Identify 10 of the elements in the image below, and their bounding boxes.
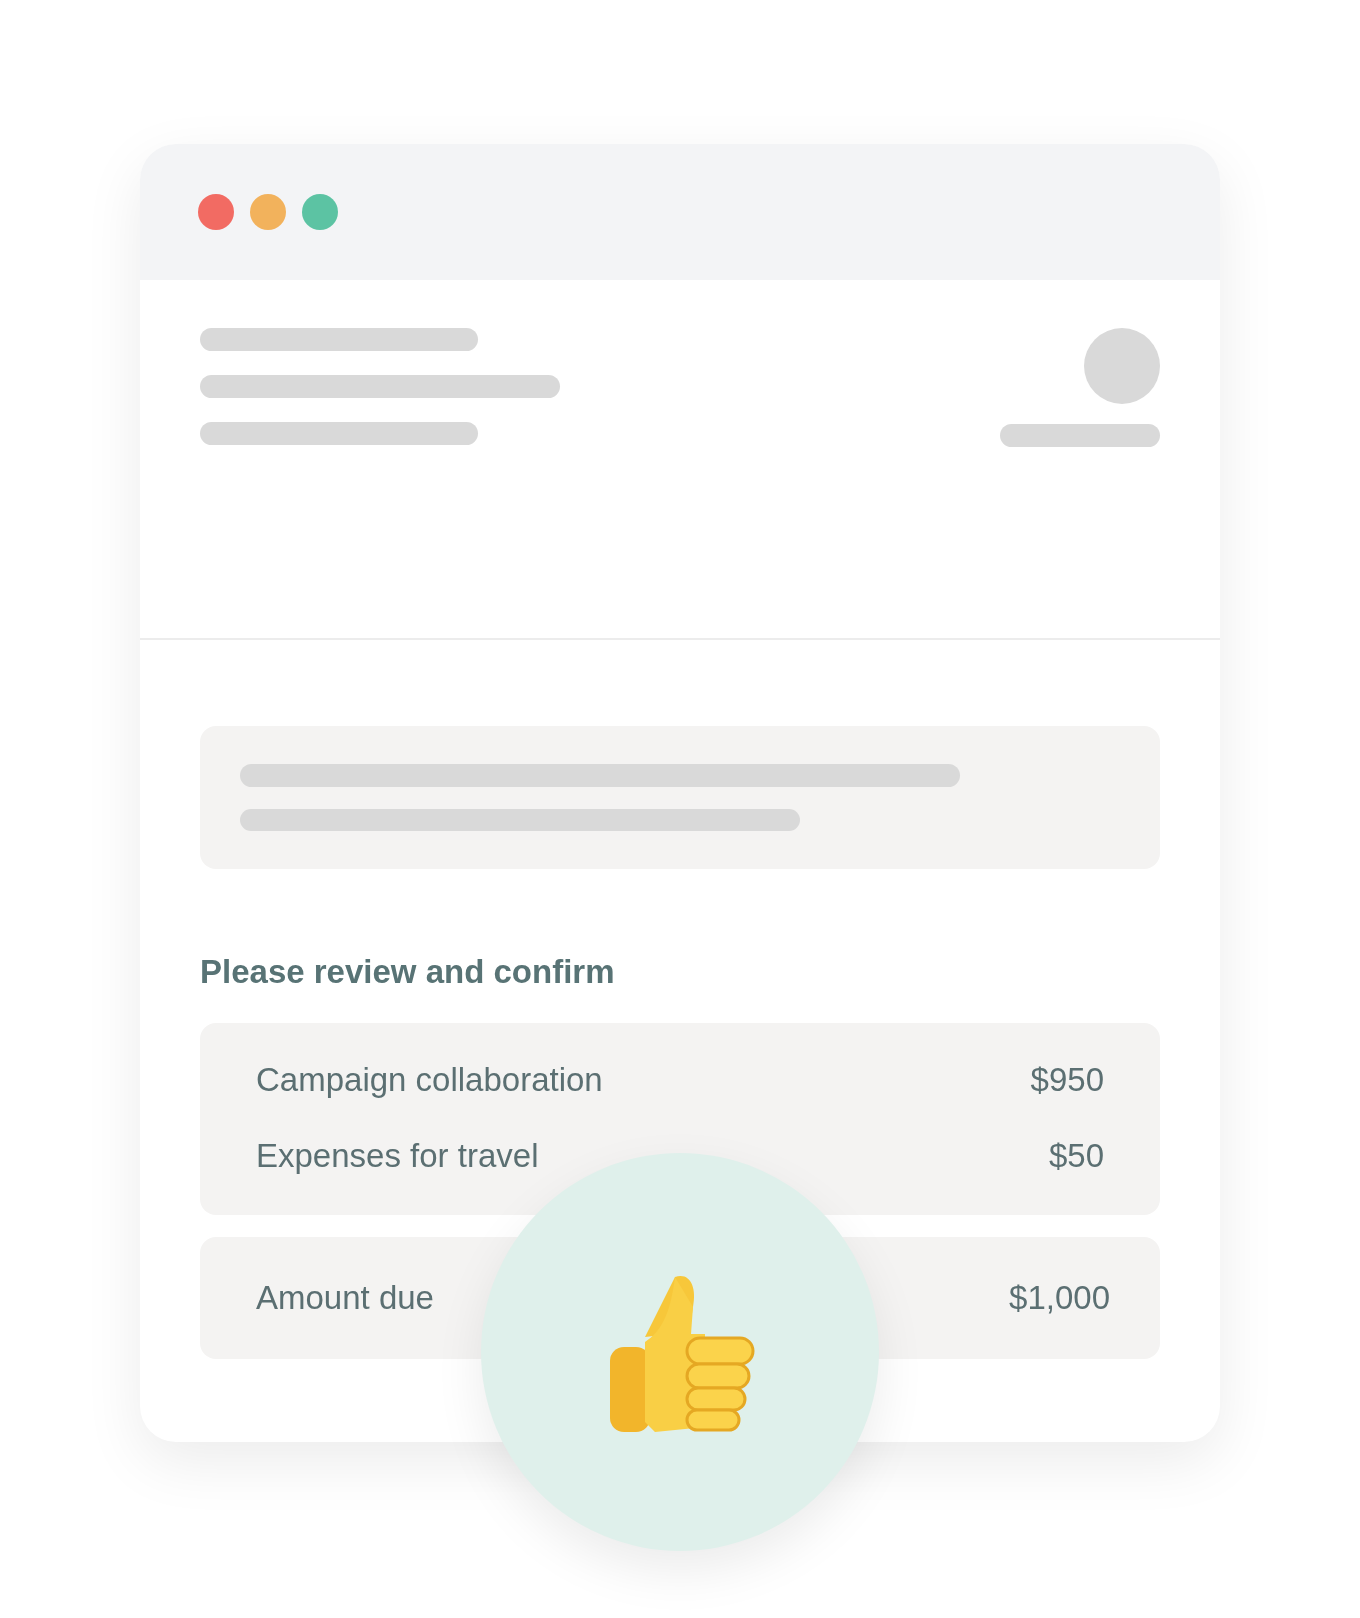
item-amount: $950 — [1030, 1061, 1104, 1099]
item-amount: $50 — [1048, 1137, 1104, 1175]
window-control-dot[interactable] — [302, 194, 338, 230]
total-amount: $1,000 — [1009, 1279, 1110, 1317]
item-label: Campaign collaboration — [256, 1061, 603, 1099]
item-label: Expenses for travel — [256, 1137, 539, 1175]
total-label: Amount due — [256, 1279, 434, 1317]
window-control-dot[interactable] — [250, 194, 286, 230]
window-control-dot[interactable] — [198, 194, 234, 230]
section-heading: Please review and confirm — [200, 953, 616, 991]
